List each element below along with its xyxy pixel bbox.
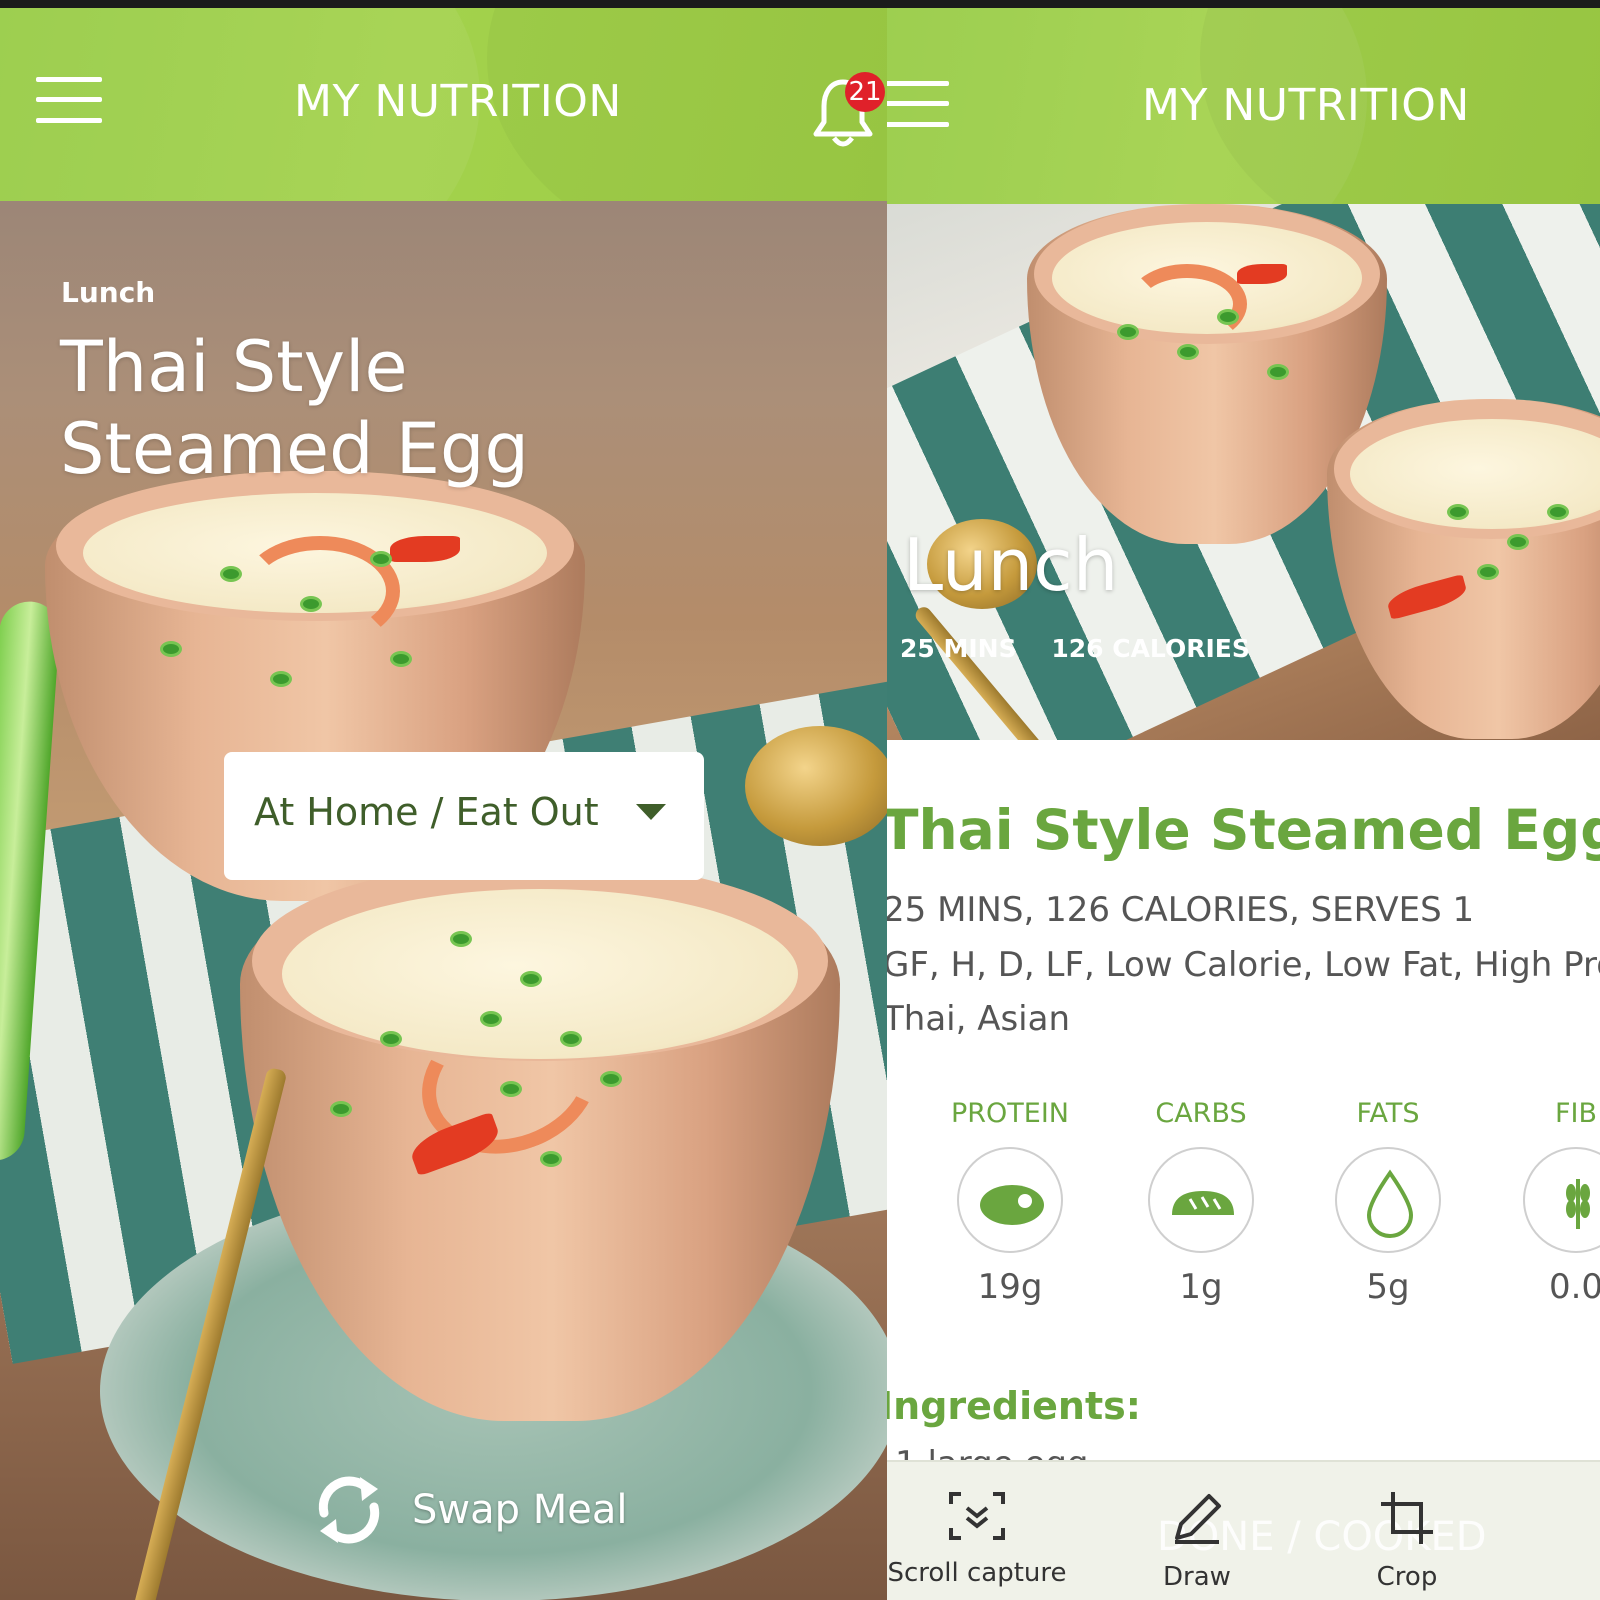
- meal-name-line-2: Steamed Egg: [60, 408, 529, 490]
- app-title-right: MY NUTRITION: [1142, 80, 1470, 131]
- macro-value: 0.0: [1548, 1267, 1600, 1307]
- macro-value: 1g: [1179, 1267, 1223, 1307]
- draw-button[interactable]: Draw: [1137, 1490, 1257, 1592]
- header-bar: MY NUTRITION 21: [0, 8, 887, 201]
- right-screen: MY NUTRITION Lunch 25 MINS 126 CALORIES …: [887, 8, 1600, 1600]
- dropdown-selected-value: At Home / Eat Out: [254, 790, 599, 834]
- recipe-cuisine: Thai, Asian: [887, 999, 1071, 1039]
- recipe-summary: 25 MINS, 126 CALORIES, SERVES 1: [887, 890, 1475, 930]
- crop-icon: [1381, 1492, 1433, 1544]
- macro-label: PROTEIN: [950, 1098, 1069, 1129]
- macro-label: CARBS: [1155, 1098, 1247, 1129]
- meat-icon: [957, 1147, 1063, 1253]
- macro-label: FATS: [1356, 1098, 1420, 1129]
- macro-label: FIB: [1554, 1098, 1598, 1129]
- crop-label: Crop: [1376, 1562, 1438, 1592]
- macro-value: 19g: [977, 1267, 1043, 1307]
- swap-meal-label: Swap Meal: [412, 1487, 628, 1533]
- scroll-capture-label: Scroll capture: [887, 1558, 1067, 1588]
- pencil-icon: [1175, 1494, 1221, 1544]
- menu-icon-right[interactable]: [887, 81, 949, 127]
- hero-calories: 126 CALORIES: [1051, 634, 1250, 663]
- scroll-capture-button[interactable]: Scroll capture: [887, 1490, 1067, 1588]
- header-bar-right: MY NUTRITION: [887, 8, 1600, 204]
- ingredients-heading: Ingredients:: [887, 1384, 1141, 1428]
- notification-badge: 21: [845, 72, 885, 112]
- draw-label: Draw: [1163, 1562, 1231, 1592]
- left-screen: MY NUTRITION 21 Lunch Thai Style Steamed…: [0, 8, 887, 1600]
- macro-carbs: CARBS 1g: [1126, 1098, 1276, 1307]
- hero-stats: 25 MINS 126 CALORIES: [900, 634, 1276, 663]
- bread-icon: [1148, 1147, 1254, 1253]
- macro-protein: PROTEIN 19g: [935, 1098, 1085, 1307]
- meal-name: Thai Style Steamed Egg: [60, 326, 529, 490]
- caret-down-icon: [636, 804, 666, 820]
- swap-meal-button[interactable]: Swap Meal: [306, 1468, 627, 1552]
- crop-button[interactable]: Crop: [1347, 1490, 1467, 1592]
- scroll-capture-icon: [949, 1492, 1005, 1540]
- wheat-icon: [1523, 1147, 1600, 1253]
- meal-type-label: Lunch: [61, 276, 156, 309]
- meal-name-line-1: Thai Style: [60, 326, 408, 408]
- menu-icon[interactable]: [36, 77, 102, 123]
- app-title: MY NUTRITION: [294, 76, 622, 127]
- recipe-tags: GF, H, D, LF, Low Calorie, Low Fat, High…: [887, 945, 1600, 985]
- macro-fiber: FIB 0.0: [1501, 1098, 1600, 1307]
- macro-fats: FATS 5g: [1313, 1098, 1463, 1307]
- hero-time: 25 MINS: [900, 634, 1017, 663]
- screenshot-toolbar: DONE / COOKED Scroll capture Draw Crop: [887, 1460, 1600, 1600]
- top-status-strip: [0, 0, 1600, 8]
- location-dropdown[interactable]: At Home / Eat Out: [224, 752, 704, 880]
- swap-icon: [318, 1476, 380, 1544]
- recipe-title: Thai Style Steamed Egg: [887, 798, 1600, 862]
- drop-icon: [1335, 1147, 1441, 1253]
- macro-value: 5g: [1366, 1267, 1410, 1307]
- hero-meal-type: Lunch: [903, 523, 1119, 607]
